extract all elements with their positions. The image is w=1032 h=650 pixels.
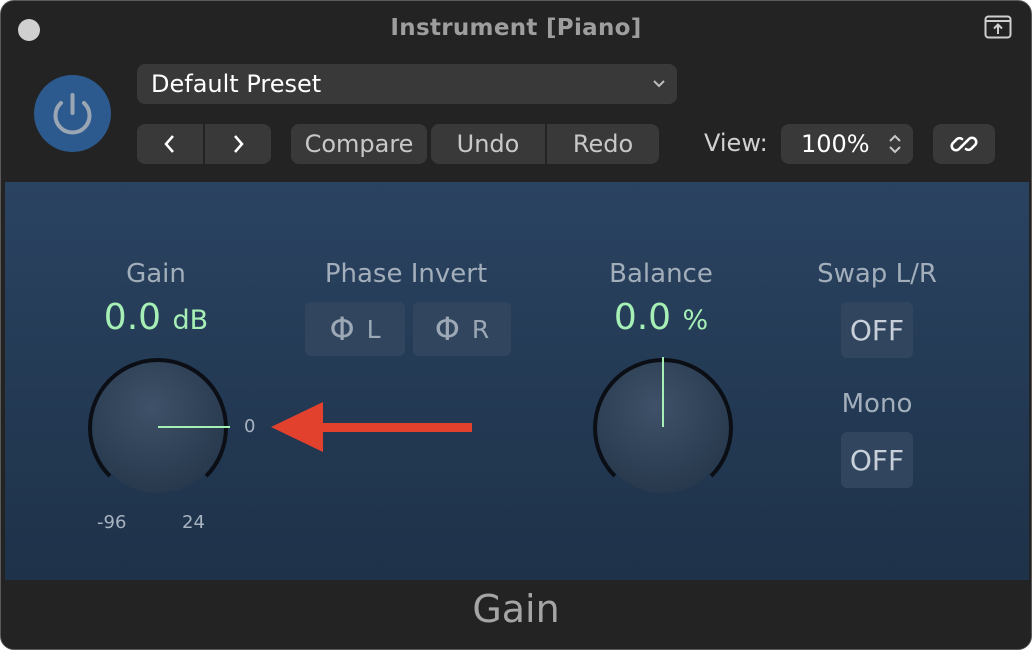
compare-button[interactable]: Compare: [291, 124, 427, 164]
balance-value: 0.0: [613, 297, 672, 338]
plugin-window: Instrument [Piano] Default Preset Compar…: [0, 0, 1032, 650]
gain-max-label: 24: [182, 512, 205, 533]
zoom-value: 100%: [801, 130, 870, 158]
title-bar: Instrument [Piano]: [1, 1, 1031, 61]
swap-lr-label: Swap L/R: [817, 259, 937, 289]
parameter-name-display: Gain: [472, 587, 560, 631]
gain-min-label: -96: [97, 512, 127, 533]
phi-icon: Φ: [329, 310, 355, 348]
phi-icon: Φ: [434, 310, 460, 348]
power-button[interactable]: [34, 75, 111, 152]
undo-button[interactable]: Undo: [431, 124, 545, 164]
phase-invert-left-button[interactable]: Φ L: [305, 302, 405, 356]
chevron-left-icon: [164, 135, 174, 153]
gain-zero-label: 0: [244, 416, 256, 437]
link-icon: [950, 136, 978, 152]
expand-icon[interactable]: [984, 15, 1012, 39]
chevron-down-icon: [653, 80, 665, 88]
gain-value: 0.0: [103, 297, 162, 338]
gain-unit: dB: [172, 305, 209, 336]
balance-knob[interactable]: [590, 357, 736, 503]
window-title: Instrument [Piano]: [390, 15, 642, 41]
chevron-right-icon: [234, 135, 244, 153]
view-label: View:: [704, 129, 768, 157]
gain-knob[interactable]: [85, 357, 231, 503]
zoom-select[interactable]: 100%: [781, 124, 913, 164]
next-preset-button[interactable]: [205, 124, 271, 164]
balance-label: Balance: [609, 259, 713, 289]
swap-lr-button[interactable]: OFF: [841, 302, 913, 358]
phase-invert-label: Phase Invert: [324, 259, 488, 289]
phase-invert-right-button[interactable]: Φ R: [413, 302, 511, 356]
link-button[interactable]: [933, 124, 995, 164]
gain-label: Gain: [126, 259, 186, 289]
annotation-arrow-icon: [271, 402, 472, 452]
balance-value-display[interactable]: 0.0 %: [571, 297, 751, 338]
gain-value-display[interactable]: 0.0 dB: [61, 297, 251, 338]
mono-button[interactable]: OFF: [841, 432, 913, 488]
up-down-chevron-icon: [889, 134, 901, 154]
preset-name: Default Preset: [151, 70, 322, 98]
preset-dropdown[interactable]: Default Preset: [137, 64, 677, 104]
redo-button[interactable]: Redo: [547, 124, 659, 164]
previous-preset-button[interactable]: [137, 124, 203, 164]
phase-left-label: L: [366, 314, 381, 344]
power-icon: [53, 93, 92, 135]
mono-label: Mono: [841, 389, 913, 419]
phase-right-label: R: [471, 314, 490, 344]
balance-unit: %: [682, 305, 709, 336]
